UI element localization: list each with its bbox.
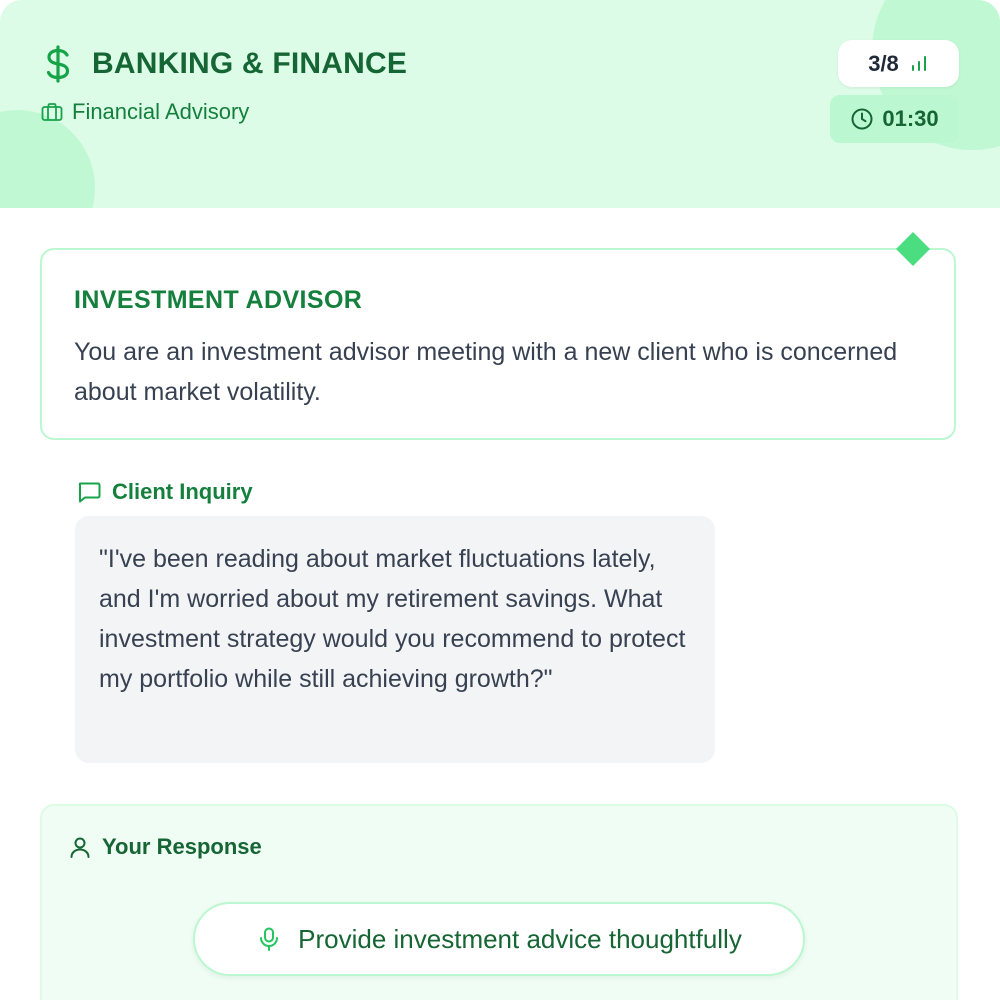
scenario-description: You are an investment advisor meeting wi… (74, 338, 898, 406)
scenario-title: INVESTMENT ADVISOR (74, 286, 363, 314)
chat-bubble-icon (78, 482, 101, 503)
category-title: BANKING & FINANCE (92, 47, 408, 80)
user-icon (70, 837, 90, 858)
dollar-icon (46, 45, 70, 83)
signal-bars-icon (911, 55, 926, 71)
microphone-icon (260, 927, 279, 951)
scenario-card: INVESTMENT ADVISOR You are an investment… (40, 248, 956, 440)
timer: 01:30 (830, 95, 959, 143)
subcategory: Financial Advisory (40, 97, 249, 127)
timer-text: 01:30 (882, 106, 939, 131)
client-message-text: "I've been reading about market fluctuat… (99, 545, 686, 693)
header: BANKING & FINANCE Financial Advisory 3/8 (0, 0, 1000, 208)
client-inquiry-title: Client Inquiry (112, 479, 253, 504)
record-response-button[interactable]: Provide investment advice thoughtfully (193, 902, 805, 976)
client-message-bubble: "I've been reading about market fluctuat… (75, 516, 715, 763)
progress-text: 3/8 (868, 50, 899, 76)
your-response-title: Your Response (102, 834, 262, 859)
record-response-label: Provide investment advice thoughtfully (298, 923, 742, 954)
your-response-label: Your Response (68, 831, 262, 863)
briefcase-icon (41, 103, 63, 121)
progress-indicator: 3/8 (838, 40, 959, 87)
clock-icon (851, 108, 873, 130)
app-frame: BANKING & FINANCE Financial Advisory 3/8 (0, 0, 1000, 1000)
subcategory-label: Financial Advisory (72, 99, 250, 124)
client-inquiry-label: Client Inquiry (76, 477, 253, 507)
